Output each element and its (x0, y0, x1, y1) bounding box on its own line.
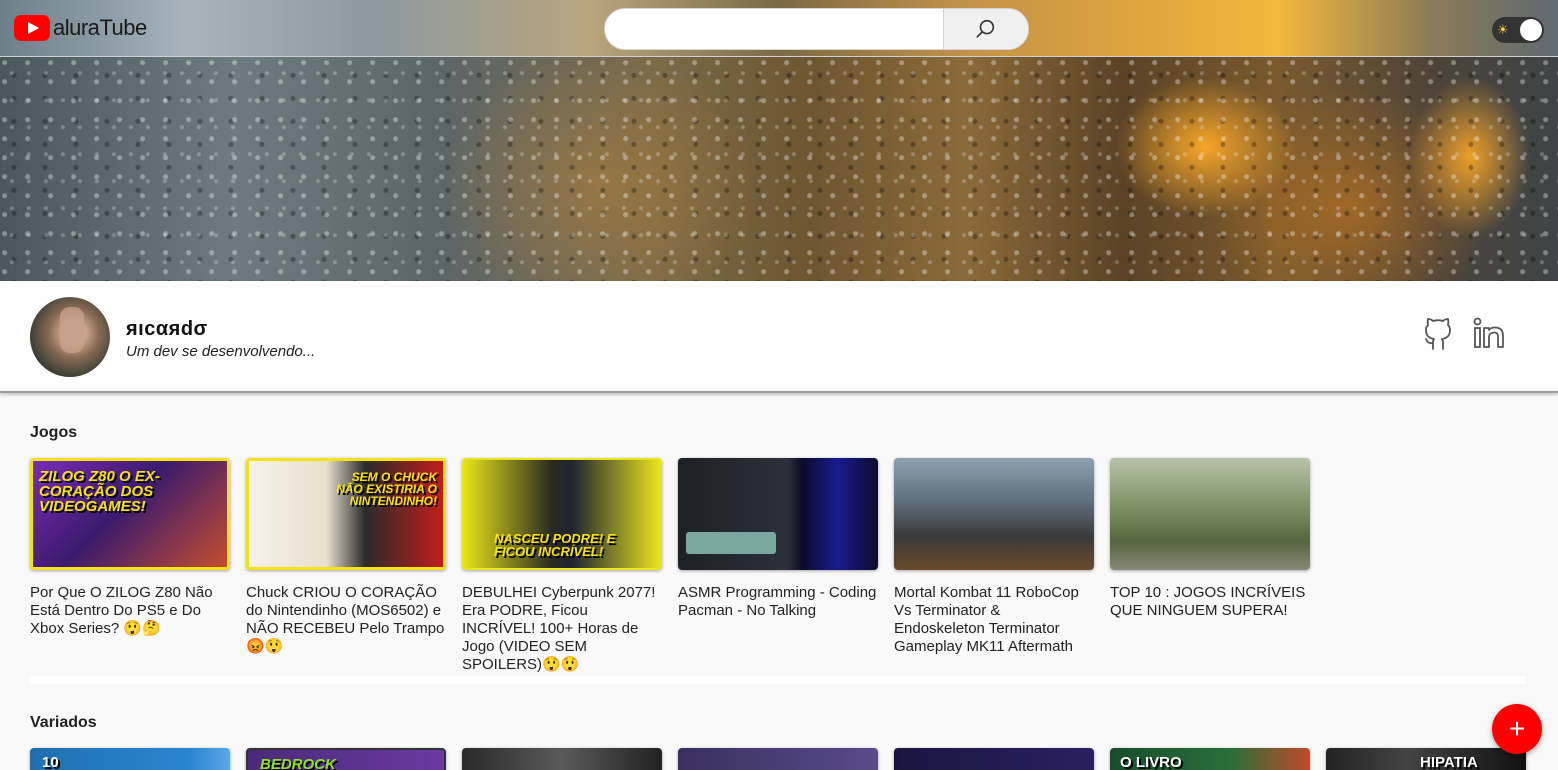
sun-icon: ☀ (1497, 22, 1509, 37)
plus-icon: + (1508, 713, 1526, 744)
video-card[interactable]: TOP 10 : JOGOS INCRÍVEIS QUE NINGUEM SUP… (1110, 458, 1310, 674)
thumbnail-text: NASCEU PODRE! E FICOU INCRÍVEL! (494, 531, 616, 559)
video-card[interactable] (894, 748, 1094, 770)
video-card[interactable]: Mortal Kombat 11 RoboCop Vs Terminator &… (894, 458, 1094, 674)
youtube-logo-icon (14, 15, 50, 41)
thumbnail-text: ZILOG Z80 O EX-CORAÇÃO DOS VIDEOGAMES! (39, 468, 160, 515)
profile-bio: Um dev se desenvolvendo... (126, 343, 316, 360)
search-button[interactable] (943, 9, 1028, 49)
avatar (30, 297, 110, 377)
video-thumbnail[interactable]: NASCEU PODRE! E FICOU INCRÍVEL! (462, 458, 662, 570)
search-bar (604, 8, 1029, 50)
video-thumbnail[interactable]: 10 (30, 748, 230, 770)
video-thumbnail[interactable] (678, 748, 878, 770)
video-card[interactable]: 10 (30, 748, 230, 770)
section-title: Variados (30, 714, 97, 731)
github-link[interactable] (1421, 316, 1455, 350)
profile-header: яıcαяdσ Um dev se desenvolvendo... (0, 281, 1558, 393)
logo-text: aluraTube (53, 15, 147, 40)
video-thumbnail[interactable] (462, 748, 662, 770)
profile-banner (0, 57, 1558, 281)
video-thumbnail[interactable]: O LIVRO (1110, 748, 1310, 770)
video-title[interactable]: TOP 10 : JOGOS INCRÍVEIS QUE NINGUEM SUP… (1110, 584, 1310, 620)
video-thumbnail[interactable]: SEM O CHUCK NÃO EXISTIRIA O NINTENDINHO! (246, 458, 446, 570)
video-thumbnail[interactable] (678, 458, 878, 570)
linkedin-link[interactable] (1472, 316, 1506, 350)
video-thumbnail[interactable]: ZILOG Z80 O EX-CORAÇÃO DOS VIDEOGAMES! (30, 458, 230, 570)
timeline-section-variados: Variados 10 BEDROCK O LIVRO HIPATIA (30, 714, 1526, 770)
profile-name: яıcαяdσ (126, 318, 208, 340)
video-title[interactable]: Chuck CRIOU O CORAÇÃO do Nintendinho (MO… (246, 584, 446, 656)
video-card[interactable] (462, 748, 662, 770)
search-icon (976, 19, 995, 38)
video-card[interactable]: SEM O CHUCK NÃO EXISTIRIA O NINTENDINHO!… (246, 458, 446, 674)
top-menu: aluraTube ☀ (0, 0, 1558, 57)
add-video-button[interactable]: + (1492, 704, 1542, 754)
video-thumbnail[interactable] (1110, 458, 1310, 570)
video-card[interactable]: O LIVRO (1110, 748, 1310, 770)
video-title[interactable]: Mortal Kombat 11 RoboCop Vs Terminator &… (894, 584, 1094, 656)
toggle-knob (1520, 19, 1542, 41)
video-thumbnail[interactable] (894, 458, 1094, 570)
banner-texture (0, 57, 1558, 281)
thumbnail-text: HIPATIA (1420, 754, 1478, 770)
timeline-section-jogos: Jogos ZILOG Z80 O EX-CORAÇÃO DOS VIDEOGA… (30, 424, 1526, 674)
video-title[interactable]: DEBULHEI Cyberpunk 2077! Era PODRE, Fico… (462, 584, 662, 674)
video-card[interactable]: BEDROCK (246, 748, 446, 770)
video-card[interactable]: ASMR Programming - Coding Pacman - No Ta… (678, 458, 878, 674)
thumbnail-text: 10 (42, 754, 59, 770)
section-title: Jogos (30, 424, 78, 441)
thumbnail-text (686, 532, 776, 554)
video-list: 10 BEDROCK O LIVRO HIPATIA (30, 748, 1526, 770)
dark-mode-toggle[interactable]: ☀ (1492, 17, 1544, 43)
video-card[interactable] (678, 748, 878, 770)
video-title[interactable]: Por Que O ZILOG Z80 Não Está Dentro Do P… (30, 584, 230, 638)
thumbnail-text: SEM O CHUCK NÃO EXISTIRIA O NINTENDINHO! (336, 470, 437, 508)
section-divider (30, 676, 1526, 684)
video-card[interactable]: NASCEU PODRE! E FICOU INCRÍVEL! DEBULHEI… (462, 458, 662, 674)
thumbnail-text: O LIVRO (1120, 754, 1182, 770)
video-thumbnail[interactable]: HIPATIA (1326, 748, 1526, 770)
thumbnail-text: BEDROCK (260, 756, 336, 770)
video-thumbnail[interactable]: BEDROCK (246, 748, 446, 770)
video-title[interactable]: ASMR Programming - Coding Pacman - No Ta… (678, 584, 878, 620)
video-thumbnail[interactable] (894, 748, 1094, 770)
linkedin-icon (1473, 317, 1504, 348)
alura-tube-logo[interactable]: aluraTube (14, 15, 147, 41)
video-card[interactable]: HIPATIA (1326, 748, 1526, 770)
video-list: ZILOG Z80 O EX-CORAÇÃO DOS VIDEOGAMES! P… (30, 458, 1526, 674)
video-card[interactable]: ZILOG Z80 O EX-CORAÇÃO DOS VIDEOGAMES! P… (30, 458, 230, 674)
github-icon (1425, 318, 1451, 350)
search-input[interactable] (605, 9, 943, 49)
